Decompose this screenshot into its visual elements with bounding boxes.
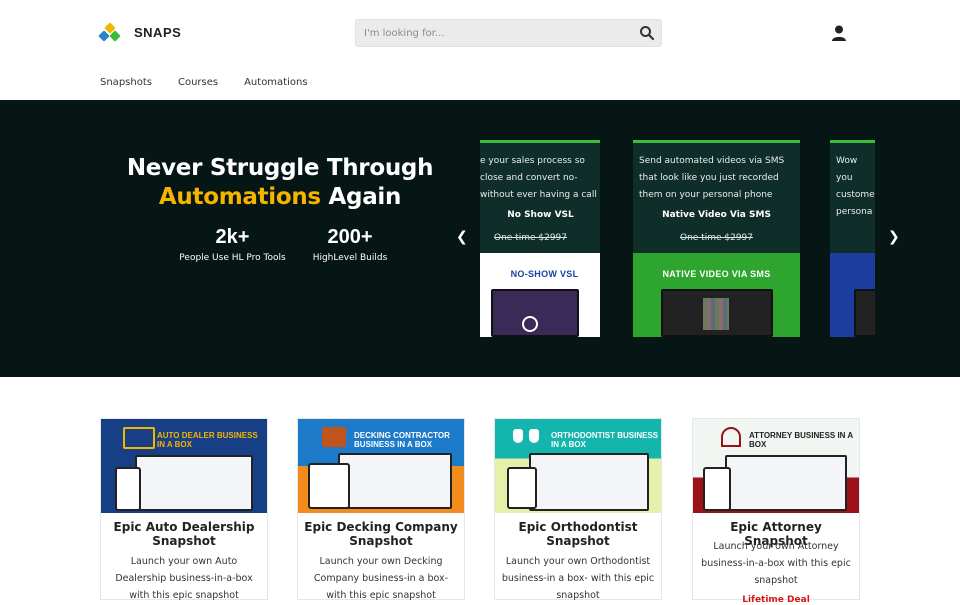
stat-builds: 200+ HighLevel Builds bbox=[300, 226, 400, 263]
phone-graphic bbox=[703, 467, 731, 511]
stat-number: 2k+ bbox=[215, 226, 250, 248]
carousel-slide-native-video[interactable]: Send automated videos via SMS that look … bbox=[633, 140, 800, 337]
carousel-next-arrow[interactable]: ❯ bbox=[888, 229, 900, 245]
snapshot-product-grid: Auto Dealer Business in a Box Epic Auto … bbox=[100, 418, 860, 605]
stat-label: People Use HL Pro Tools bbox=[179, 253, 286, 263]
phone-graphic bbox=[507, 467, 537, 509]
play-icon[interactable] bbox=[522, 316, 538, 332]
product-image-label: Attorney Business in a Box bbox=[749, 431, 853, 449]
slide-description: Send automated videos via SMS that look … bbox=[639, 156, 785, 200]
product-card-orthodontist[interactable]: Orthodontist Business in a Box Epic Orth… bbox=[494, 418, 662, 601]
thumb-label: NATIVE VIDEO VIA SMS bbox=[662, 269, 771, 279]
product-title[interactable]: Epic Auto Dealership Snapshot bbox=[107, 520, 261, 548]
stat-users: 2k+ People Use HL Pro Tools bbox=[170, 226, 295, 263]
hero-title-rest: Again bbox=[320, 184, 402, 210]
carousel-prev-arrow[interactable]: ❮ bbox=[456, 229, 468, 245]
stat-number: 200+ bbox=[327, 226, 373, 248]
stat-label: HighLevel Builds bbox=[312, 253, 388, 263]
nav-snapshots[interactable]: Snapshots bbox=[100, 77, 152, 88]
search-input[interactable] bbox=[356, 20, 626, 46]
deal-badge: Lifetime Deal bbox=[742, 595, 810, 605]
slide-thumbnail: NATIVE VIDEO VIA SMS bbox=[633, 253, 800, 337]
laptop-graphic bbox=[338, 453, 452, 509]
automation-carousel: e your sales process so close and conver… bbox=[480, 140, 875, 337]
product-image[interactable]: Auto Dealer Business in a Box bbox=[101, 419, 267, 513]
carousel-slide-no-show-vsl[interactable]: e your sales process so close and conver… bbox=[480, 140, 600, 337]
scales-icon bbox=[721, 427, 741, 447]
hero-banner: Never Struggle Through Automations Again… bbox=[0, 100, 960, 377]
product-title[interactable]: Epic Decking Company Snapshot bbox=[304, 520, 458, 548]
tooth-icon bbox=[513, 429, 523, 443]
hero-title: Never Struggle Through Automations Again bbox=[100, 154, 460, 212]
product-description: Launch your own Auto Dealership business… bbox=[115, 556, 253, 601]
product-title[interactable]: Epic Orthodontist Snapshot bbox=[501, 520, 655, 548]
site-header: SNAPS Snapshots Courses Automations bbox=[0, 0, 960, 100]
slide-name: No Show VSL bbox=[507, 210, 574, 220]
brand-name[interactable]: SNAPS bbox=[134, 25, 181, 40]
slide-thumbnail: NO-SHOW VSL bbox=[480, 253, 600, 337]
tooth-icon bbox=[529, 429, 539, 443]
nav-courses[interactable]: Courses bbox=[178, 77, 218, 88]
house-icon bbox=[322, 427, 346, 447]
slide-name: Native Video Via SMS bbox=[662, 210, 771, 220]
product-image[interactable]: Attorney Business in a Box bbox=[693, 419, 859, 513]
hero-title-line1: Never Struggle Through bbox=[126, 155, 434, 181]
product-card-decking[interactable]: Decking Contractor Business in a Box Epi… bbox=[297, 418, 465, 601]
product-image[interactable]: Orthodontist Business in a Box bbox=[495, 419, 661, 513]
thumb-label: NO-SHOW VSL bbox=[510, 269, 579, 279]
laptop-graphic bbox=[529, 453, 649, 511]
product-image[interactable]: Decking Contractor Business in a Box bbox=[298, 419, 464, 513]
slide-price: One time $2997 bbox=[493, 233, 567, 243]
laptop-graphic bbox=[135, 455, 253, 511]
product-description: Launch your own Decking Company business… bbox=[313, 556, 449, 601]
product-image-label: Orthodontist Business in a Box bbox=[551, 431, 659, 449]
product-card-auto-dealer[interactable]: Auto Dealer Business in a Box Epic Auto … bbox=[100, 418, 268, 601]
main-nav: Snapshots Courses Automations bbox=[100, 77, 308, 88]
color-bars-graphic bbox=[703, 298, 729, 330]
slide-description: Wow you custome persona bbox=[836, 156, 875, 217]
product-card-attorney[interactable]: Attorney Business in a Box Epic Attorney… bbox=[692, 418, 860, 605]
product-image-label: Decking Contractor Business in a Box bbox=[354, 431, 450, 449]
product-description: Launch your own Orthodontist business-in… bbox=[501, 556, 655, 601]
product-image-label: Auto Dealer Business in a Box bbox=[157, 431, 258, 449]
laptop-graphic bbox=[725, 455, 847, 511]
garage-icon bbox=[123, 427, 155, 449]
phone-graphic bbox=[115, 467, 141, 511]
monitor-graphic bbox=[854, 289, 875, 337]
slide-thumbnail bbox=[830, 253, 875, 337]
product-description: Launch your own Attorney business-in-a-b… bbox=[701, 541, 851, 586]
logo-icon[interactable] bbox=[98, 22, 121, 44]
user-account-icon[interactable] bbox=[831, 25, 847, 41]
carousel-slide-partial[interactable]: Wow you custome persona bbox=[830, 140, 875, 337]
slide-description: e your sales process so close and conver… bbox=[480, 156, 597, 200]
search-icon[interactable] bbox=[639, 25, 655, 41]
tablet-graphic bbox=[308, 463, 350, 509]
search-bar bbox=[355, 19, 662, 47]
hero-title-accent: Automations bbox=[158, 184, 321, 210]
nav-automations[interactable]: Automations bbox=[244, 77, 307, 88]
slide-price: One time $2997 bbox=[679, 233, 753, 243]
